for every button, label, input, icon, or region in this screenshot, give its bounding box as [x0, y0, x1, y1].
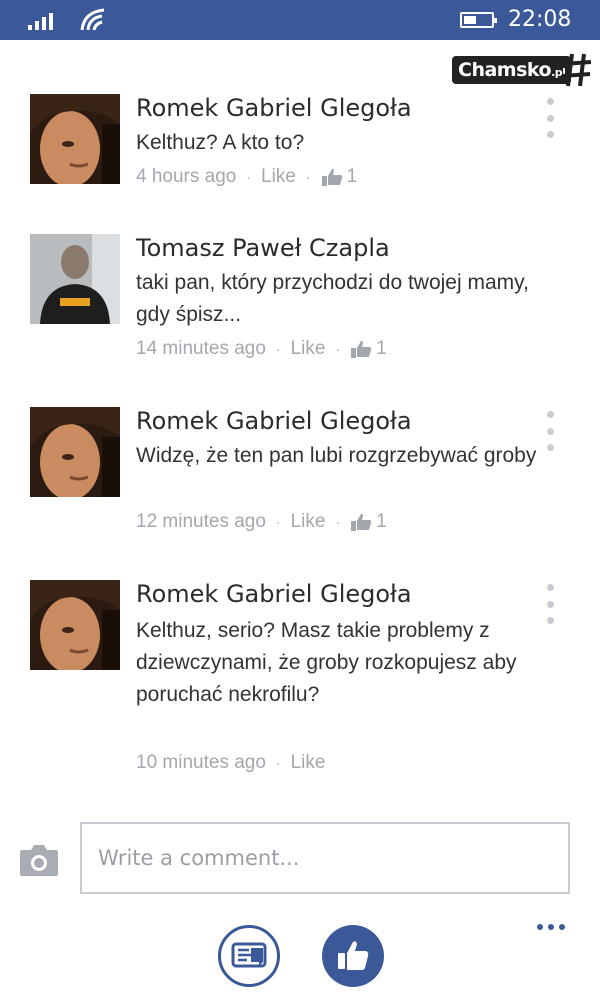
avatar[interactable] — [30, 580, 120, 670]
previous-comment-meta — [136, 30, 141, 51]
comment-time: 10 minutes ago — [136, 752, 266, 773]
status-bar: 22:08 — [0, 0, 600, 40]
separator: · — [305, 169, 311, 185]
watermark-logo: Chamsko.pl — [452, 50, 594, 92]
battery-icon — [460, 12, 497, 28]
like-count[interactable]: 1 — [350, 338, 387, 360]
separator: · — [246, 169, 252, 185]
comment-item: Romek Gabriel Glegoła Kelthuz, serio? Ma… — [0, 580, 600, 780]
comment-text: taki pan, który przychodzi do twojej mam… — [136, 271, 529, 326]
like-link[interactable]: Like — [261, 166, 296, 188]
separator: · — [335, 341, 341, 357]
comment-item: Romek Gabriel Glegoła Widzę, że ten pan … — [0, 407, 600, 537]
avatar[interactable] — [30, 234, 120, 324]
comment-options-button[interactable] — [544, 584, 556, 624]
like-count[interactable]: 1 — [321, 166, 357, 188]
comment-options-button[interactable] — [544, 411, 556, 451]
thumbs-up-icon — [338, 941, 369, 970]
like-link[interactable]: Like — [291, 752, 326, 774]
separator: · — [275, 514, 281, 530]
status-time: 22:08 — [508, 7, 572, 32]
comment-author[interactable]: Romek Gabriel Glegoła — [136, 407, 412, 435]
comment-author[interactable]: Tomasz Paweł Czapla — [136, 234, 390, 262]
avatar[interactable] — [30, 94, 120, 184]
camera-icon[interactable] — [18, 842, 60, 878]
comment-input[interactable] — [80, 822, 570, 894]
comment-item: Romek Gabriel Glegoła Kelthuz? A kto to?… — [0, 94, 600, 194]
more-icon[interactable] — [537, 924, 565, 930]
like-link[interactable]: Like — [291, 511, 326, 533]
comment-meta: 14 minutes ago · Like · 1 — [136, 338, 387, 360]
like-button[interactable] — [322, 925, 384, 987]
comment-author[interactable]: Romek Gabriel Glegoła — [136, 94, 412, 122]
comments-icon — [231, 942, 267, 968]
comment-meta: 12 minutes ago · Like · 1 — [136, 511, 387, 533]
comment-meta: 4 hours ago · Like · 1 — [136, 166, 357, 188]
comment-text: Kelthuz? A kto to? — [136, 131, 305, 154]
comment-time: 12 minutes ago — [136, 511, 266, 532]
like-count[interactable]: 1 — [350, 511, 387, 533]
signal-icon — [28, 10, 53, 30]
comment-options-button[interactable] — [544, 98, 556, 138]
thumbs-up-icon — [351, 513, 372, 531]
comment-time: 4 hours ago — [136, 166, 237, 187]
comment-composer — [0, 822, 600, 896]
hash-icon — [561, 53, 592, 87]
comment-time: 14 minutes ago — [136, 338, 266, 359]
wifi-icon — [80, 8, 105, 31]
separator: · — [275, 755, 281, 771]
comment-item: Tomasz Paweł Czapla taki pan, który przy… — [0, 234, 600, 364]
comments-button[interactable] — [218, 925, 280, 987]
comment-meta: 10 minutes ago · Like — [136, 752, 325, 774]
comment-author[interactable]: Romek Gabriel Glegoła — [136, 580, 412, 608]
thumbs-up-icon — [321, 168, 342, 186]
separator: · — [275, 341, 281, 357]
like-link[interactable]: Like — [291, 338, 326, 360]
avatar[interactable] — [30, 407, 120, 497]
separator: · — [335, 514, 341, 530]
comment-text: Widzę, że ten pan lubi rozgrzebywać grob… — [136, 444, 537, 467]
thumbs-up-icon — [351, 340, 372, 358]
comment-text: Kelthuz, serio? Masz takie problemy z dz… — [136, 619, 517, 706]
